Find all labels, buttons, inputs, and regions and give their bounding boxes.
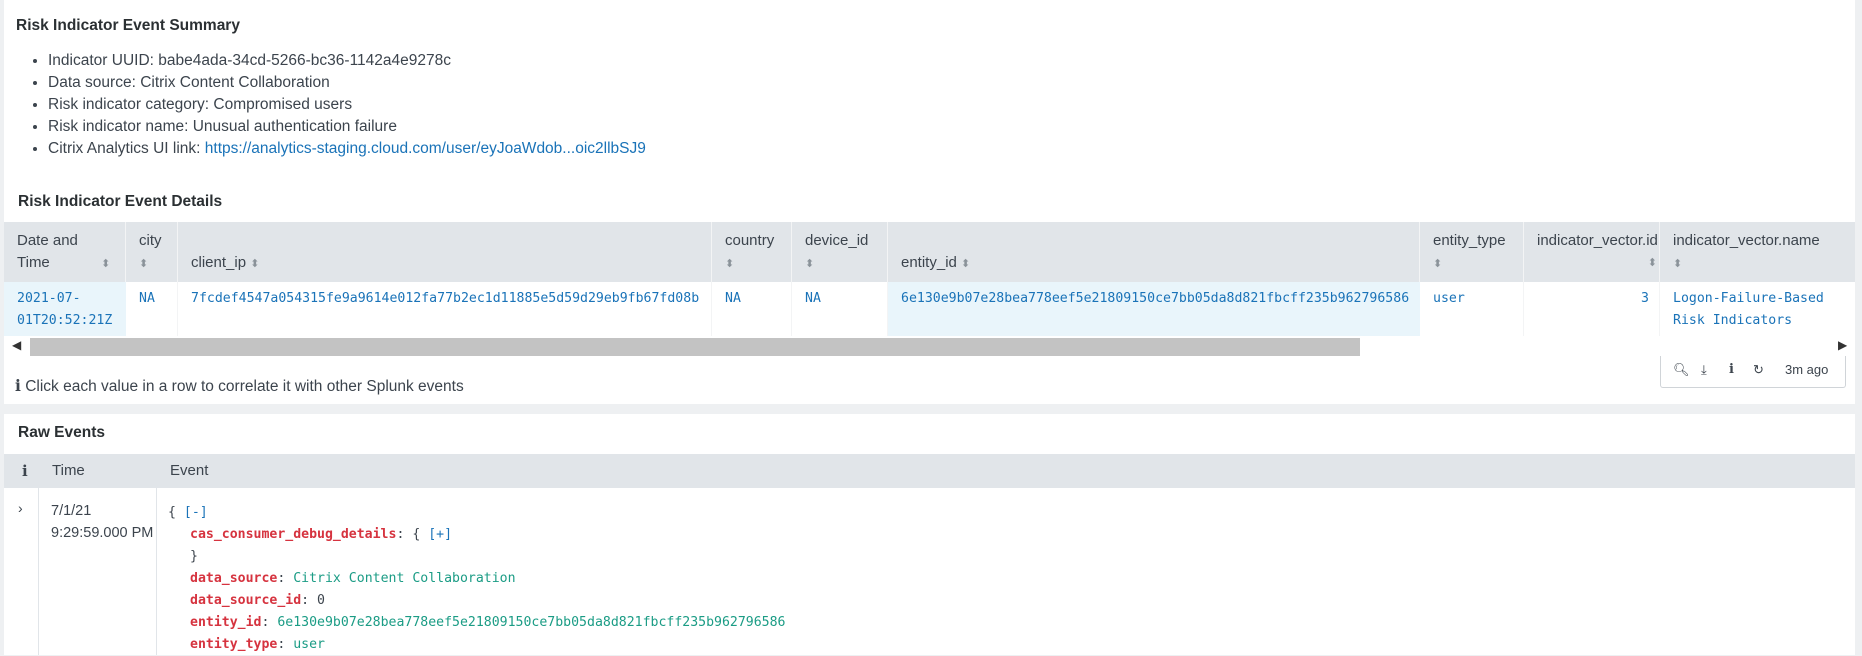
details-table: Date and Time ⬍ 2021-07-01T20:52:21Z cit… bbox=[4, 222, 1855, 336]
event-time: 9:29:59.000 PM bbox=[51, 525, 154, 541]
cell-indicator-vector-name[interactable]: Logon-Failure-Based Risk Indicators bbox=[1673, 288, 1841, 332]
sort-icon: ⬍ bbox=[725, 258, 735, 270]
col-header-country[interactable]: country ⬍ bbox=[725, 230, 774, 275]
event-field: data_source: Citrix Content Collaboratio… bbox=[190, 571, 516, 586]
col-header-entity-type[interactable]: entity_type ⬍ bbox=[1433, 230, 1506, 275]
cell-date-time[interactable]: 2021-07-01T20:52:21Z bbox=[4, 282, 126, 336]
download-icon[interactable]: ⤓ bbox=[1701, 362, 1707, 378]
summary-item-source: Data source: Citrix Content Collaboratio… bbox=[48, 72, 646, 94]
horizontal-scrollbar[interactable]: ◀ ▶ bbox=[4, 336, 1855, 358]
panel-toolbar: 🔍︎ ⤓ i ↻ 3m ago bbox=[1660, 356, 1846, 388]
time-column-header[interactable]: Time bbox=[52, 462, 85, 479]
col-header-date-time[interactable]: Date and Time ⬍ bbox=[17, 230, 110, 275]
col-indicator-vector-id: indicator_vector.id ⬍ 3 bbox=[1524, 222, 1660, 336]
col-city: city ⬍ NA bbox=[126, 222, 178, 336]
summary-item-name: Risk indicator name: Unusual authenticat… bbox=[48, 116, 646, 138]
col-header-device-id[interactable]: device_id ⬍ bbox=[805, 230, 868, 275]
sort-icon: ⬍ bbox=[1433, 258, 1443, 270]
cell-entity-type[interactable]: user bbox=[1433, 288, 1465, 310]
cell-country[interactable]: NA bbox=[725, 288, 741, 310]
event-field: data_source_id: 0 bbox=[190, 593, 325, 608]
last-updated: 3m ago bbox=[1785, 362, 1829, 377]
cell-client-ip[interactable]: 7fcdef4547a054315fe9a9614e012fa77b2ec1d1… bbox=[191, 288, 699, 310]
summary-item-category: Risk indicator category: Compromised use… bbox=[48, 94, 646, 116]
col-header-client-ip[interactable]: client_ip ⬍ bbox=[191, 252, 259, 275]
refresh-icon[interactable]: ↻ bbox=[1753, 362, 1764, 378]
scroll-right-icon[interactable]: ▶ bbox=[1838, 338, 1847, 352]
sort-icon: ⬍ bbox=[101, 258, 111, 270]
sort-icon: ⬍ bbox=[805, 258, 815, 270]
summary-item-link: Citrix Analytics UI link: https://analyt… bbox=[48, 138, 646, 160]
summary-list: Indicator UUID: babe4ada-34cd-5266-bc36-… bbox=[28, 50, 646, 160]
summary-title: Risk Indicator Event Summary bbox=[16, 17, 240, 34]
cell-city[interactable]: NA bbox=[139, 288, 155, 310]
raw-events-title: Raw Events bbox=[18, 424, 106, 441]
raw-events-panel: Raw Events i Time Event › 7/1/21 9:29:59… bbox=[4, 414, 1855, 655]
info-icon: i bbox=[15, 376, 21, 395]
event-field: cas_consumer_debug_details: { [+] bbox=[190, 527, 453, 542]
event-column-header[interactable]: Event bbox=[170, 462, 208, 479]
sort-icon: ⬍ bbox=[139, 258, 149, 270]
event-date: 7/1/21 bbox=[51, 503, 92, 519]
info-icon[interactable]: i bbox=[1729, 362, 1734, 377]
sort-icon: ⬍ bbox=[250, 258, 260, 270]
col-header-city[interactable]: city ⬍ bbox=[139, 230, 169, 275]
col-date-time: Date and Time ⬍ 2021-07-01T20:52:21Z bbox=[4, 222, 126, 336]
info-column-header: i bbox=[22, 462, 28, 480]
expand-toggle[interactable]: [+] bbox=[428, 527, 452, 542]
summary-item-uuid: Indicator UUID: babe4ada-34cd-5266-bc36-… bbox=[48, 50, 646, 72]
col-header-indicator-vector-id[interactable]: indicator_vector.id ⬍ bbox=[1537, 230, 1658, 274]
details-title: Risk Indicator Event Details bbox=[18, 193, 223, 210]
col-header-indicator-vector-name[interactable]: indicator_vector.name ⬍ bbox=[1673, 230, 1820, 275]
cell-device-id[interactable]: NA bbox=[805, 288, 821, 310]
col-device-id: device_id ⬍ NA bbox=[792, 222, 888, 336]
expand-row-icon[interactable]: › bbox=[18, 500, 23, 516]
cell-entity-id[interactable]: 6e130e9b07e28bea778eef5e21809150ce7bb05d… bbox=[888, 282, 1420, 336]
event-field: entity_type: user bbox=[190, 637, 325, 652]
col-entity-id: entity_id ⬍ 6e130e9b07e28bea778eef5e2180… bbox=[888, 222, 1420, 336]
scroll-left-icon[interactable]: ◀ bbox=[12, 338, 21, 352]
scrollbar-thumb[interactable] bbox=[30, 338, 1360, 356]
event-timestamp: 7/1/21 9:29:59.000 PM bbox=[51, 500, 153, 544]
raw-events-header: i Time Event bbox=[4, 454, 1855, 488]
col-header-entity-id[interactable]: entity_id ⬍ bbox=[901, 252, 970, 275]
analytics-ui-link[interactable]: https://analytics-staging.cloud.com/user… bbox=[205, 140, 646, 157]
column-divider bbox=[156, 454, 157, 655]
col-country: country ⬍ NA bbox=[712, 222, 792, 336]
correlation-note: i Click each value in a row to correlate… bbox=[15, 376, 464, 395]
event-field: entity_id: 6e130e9b07e28bea778eef5e21809… bbox=[190, 615, 786, 630]
event-json: { [-] cas_consumer_debug_details: { [+] … bbox=[168, 502, 786, 656]
summary-panel: Risk Indicator Event Summary Indicator U… bbox=[4, 0, 1855, 404]
col-indicator-vector-name: indicator_vector.name ⬍ Logon-Failure-Bas… bbox=[1660, 222, 1855, 336]
search-icon[interactable]: 🔍︎ bbox=[1673, 362, 1690, 378]
col-client-ip: client_ip ⬍ 7fcdef4547a054315fe9a9614e01… bbox=[178, 222, 712, 336]
collapse-toggle[interactable]: [-] bbox=[184, 505, 208, 520]
column-divider bbox=[38, 454, 39, 655]
sort-icon: ⬍ bbox=[1673, 258, 1683, 270]
sort-icon: ⬍ bbox=[961, 258, 971, 270]
cell-indicator-vector-id[interactable]: 3 bbox=[1641, 288, 1649, 310]
col-entity-type: entity_type ⬍ user bbox=[1420, 222, 1524, 336]
sort-icon: ⬍ bbox=[1647, 257, 1657, 269]
